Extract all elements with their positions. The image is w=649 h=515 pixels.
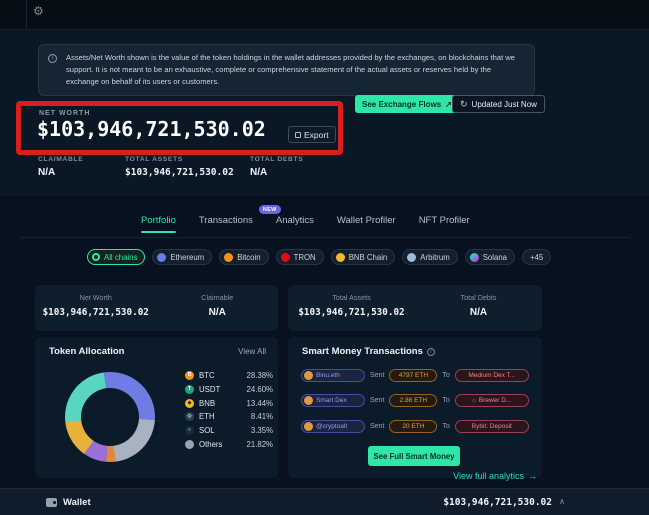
info-icon[interactable]: i bbox=[427, 348, 435, 356]
amount-pill[interactable]: 20 ETH bbox=[389, 420, 437, 433]
recipient-pill[interactable]: Medium Dex T... bbox=[455, 369, 529, 382]
wallet-total-value: $103,946,721,530.02 bbox=[443, 497, 552, 508]
export-button[interactable]: Export bbox=[288, 126, 336, 143]
amount-pill[interactable]: 2.86 ETH bbox=[389, 394, 437, 407]
token-allocation-panel: Token Allocation View All B BTC 28.38% T… bbox=[35, 337, 278, 478]
legend-item-others: Others 21.82% bbox=[185, 437, 273, 451]
smart-money-row: Smart Dex Sent 2.86 ETH To ⌂Brewer D... bbox=[301, 394, 531, 408]
legend-item-btc: B BTC 28.38% bbox=[185, 369, 273, 383]
stat-total-debts: TOTAL DEBTS N/A bbox=[250, 156, 303, 178]
avatar bbox=[304, 396, 313, 405]
stat-claimable: CLAIMABLE N/A bbox=[38, 156, 83, 178]
info-icon: i bbox=[48, 54, 57, 63]
view-all-link[interactable]: View All bbox=[238, 347, 266, 356]
new-badge: NEW bbox=[259, 205, 281, 214]
all-chains-icon bbox=[92, 253, 100, 261]
disclaimer-banner: i Assets/Net Worth shown is the value of… bbox=[38, 44, 535, 96]
tab-transactions[interactable]: Transactions bbox=[199, 215, 253, 233]
chain-pill-bnb-chain[interactable]: BNB Chain bbox=[331, 249, 396, 265]
see-exchange-flows-button[interactable]: See Exchange Flows ↗ bbox=[355, 95, 459, 113]
legend-item-bnb: ◆ BNB 13.44% bbox=[185, 396, 273, 410]
tab-portfolio[interactable]: Portfolio bbox=[141, 215, 176, 233]
tab-wallet-profiler[interactable]: Wallet Profiler bbox=[337, 215, 396, 233]
summary-total-assets: Total Assets $103,946,721,530.02 bbox=[288, 285, 415, 331]
chain-pill-bitcoin[interactable]: Bitcoin bbox=[219, 249, 268, 265]
legend-item-eth: ◇ ETH 8.41% bbox=[185, 410, 273, 424]
summary-card-net-worth-claimable: Net Worth $103,946,721,530.02 Claimable … bbox=[35, 285, 278, 331]
exchange-portfolio-page: ⚙ i Assets/Net Worth shown is the value … bbox=[0, 0, 649, 515]
tab-analytics[interactable]: NEW Analytics bbox=[276, 215, 314, 233]
tron-icon bbox=[281, 253, 290, 262]
smart-money-title: Smart Money Transactionsi bbox=[302, 346, 435, 357]
chain-pill-tron[interactable]: TRON bbox=[276, 249, 324, 265]
wallet-icon bbox=[46, 498, 57, 507]
disclaimer-text: Assets/Net Worth shown is the value of t… bbox=[66, 53, 515, 86]
bnb-icon: ◆ bbox=[185, 399, 194, 408]
external-link-icon: ↗ bbox=[445, 100, 452, 109]
summary-claimable: Claimable N/A bbox=[157, 285, 279, 331]
recipient-pill[interactable]: ⌂Brewer D... bbox=[455, 394, 529, 407]
bitcoin-icon bbox=[224, 253, 233, 262]
smart-money-rows: Binu.eth Sent 4797 ETH To Medium Dex T..… bbox=[301, 368, 531, 445]
section-divider bbox=[0, 195, 649, 196]
token-allocation-legend: B BTC 28.38% T USDT 24.60% ◆ BNB 13.44% … bbox=[185, 369, 273, 451]
solana-icon bbox=[470, 253, 479, 262]
eth-icon: ◇ bbox=[185, 412, 194, 421]
smart-money-panel: Smart Money Transactionsi Binu.eth Sent … bbox=[288, 337, 542, 478]
chain-pill-solana[interactable]: Solana bbox=[465, 249, 515, 265]
gear-icon[interactable]: ⚙ bbox=[33, 4, 44, 18]
btc-icon: B bbox=[185, 371, 194, 380]
chain-pill-ethereum[interactable]: Ethereum bbox=[152, 249, 212, 265]
amount-pill[interactable]: 4797 ETH bbox=[389, 369, 437, 382]
view-full-analytics-link[interactable]: View full analytics → bbox=[453, 471, 537, 481]
arbitrum-icon bbox=[407, 253, 416, 262]
chain-pill-more[interactable]: +45 bbox=[522, 249, 551, 265]
refresh-icon: ↻ bbox=[460, 99, 468, 110]
tab-nft-profiler[interactable]: NFT Profiler bbox=[419, 215, 470, 233]
smart-money-row: Binu.eth Sent 4797 ETH To Medium Dex T..… bbox=[301, 368, 531, 382]
chain-pill-all-chains[interactable]: All chains bbox=[87, 249, 145, 265]
bank-icon: ⌂ bbox=[472, 398, 476, 404]
avatar bbox=[304, 422, 313, 431]
sender-pill[interactable]: @cryptoalt bbox=[301, 420, 365, 433]
summary-card-assets-debts: Total Assets $103,946,721,530.02 Total D… bbox=[288, 285, 542, 331]
bnb-chain-icon bbox=[336, 253, 345, 262]
smart-money-row: @cryptoalt Sent 20 ETH To Bybit: Deposit bbox=[301, 419, 531, 433]
summary-total-debts: Total Debts N/A bbox=[415, 285, 542, 331]
usdt-icon: T bbox=[185, 385, 194, 394]
sender-pill[interactable]: Binu.eth bbox=[301, 369, 365, 382]
recipient-pill[interactable]: Bybit: Deposit bbox=[455, 420, 529, 433]
net-worth-value: $103,946,721,530.02 bbox=[37, 117, 266, 141]
others-icon bbox=[185, 440, 194, 449]
sol-icon: ≡ bbox=[185, 426, 194, 435]
wallet-label: Wallet bbox=[63, 497, 91, 508]
ethereum-icon bbox=[157, 253, 166, 262]
chain-filter-row: All chains Ethereum Bitcoin TRON BNB Cha… bbox=[87, 249, 551, 265]
legend-item-usdt: T USDT 24.60% bbox=[185, 383, 273, 397]
stat-total-assets: TOTAL ASSETS $103,946,721,530.02 bbox=[125, 156, 234, 178]
token-allocation-title: Token Allocation bbox=[49, 346, 124, 357]
chain-pill-arbitrum[interactable]: Arbitrum bbox=[402, 249, 457, 265]
net-worth-label: NET WORTH bbox=[39, 110, 90, 117]
token-allocation-donut bbox=[65, 372, 155, 462]
updated-just-now-button[interactable]: ↻ Updated Just Now bbox=[452, 95, 545, 113]
summary-net-worth: Net Worth $103,946,721,530.02 bbox=[35, 285, 157, 331]
top-bar-divider bbox=[26, 0, 27, 30]
wallet-section-bar[interactable]: Wallet $103,946,721,530.02 ∧ bbox=[0, 488, 649, 515]
collapse-chevron-icon[interactable]: ∧ bbox=[559, 497, 565, 506]
tab-bar: Portfolio Transactions NEW Analytics Wal… bbox=[141, 215, 470, 233]
see-full-smart-money-button[interactable]: See Full Smart Money bbox=[368, 446, 460, 466]
legend-item-sol: ≡ SOL 3.35% bbox=[185, 424, 273, 438]
avatar bbox=[304, 371, 313, 380]
top-bar: ⚙ bbox=[0, 0, 649, 30]
export-icon bbox=[295, 132, 301, 138]
sender-pill[interactable]: Smart Dex bbox=[301, 394, 365, 407]
tab-divider bbox=[20, 237, 630, 238]
arrow-right-icon: → bbox=[528, 471, 537, 481]
